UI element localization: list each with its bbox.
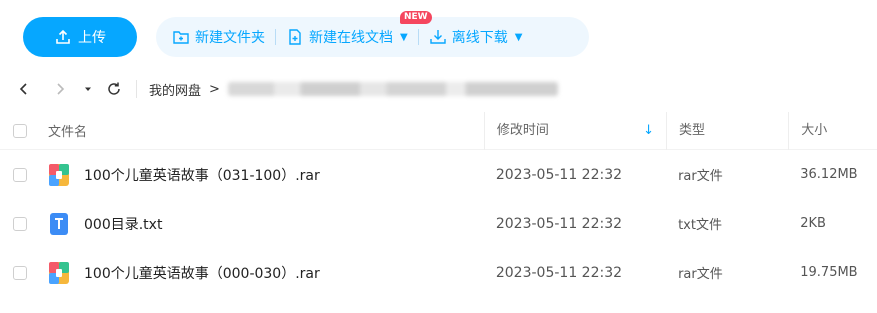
row-checkbox[interactable] xyxy=(13,167,27,182)
new-online-doc-label: 新建在线文档 xyxy=(309,30,393,46)
file-mtime: 2023-05-11 22:32 xyxy=(495,264,623,281)
file-name[interactable]: 000目录.txt xyxy=(84,214,162,234)
forward-button[interactable] xyxy=(50,79,70,99)
header-mtime-label: 修改时间 xyxy=(496,122,549,138)
header-type-label: 类型 xyxy=(679,122,706,138)
file-table: 文件名 修改时间 ↓ 类型 大小 100个儿童英语故事（031-100）.rar… xyxy=(0,111,877,297)
upload-button[interactable]: 上传 xyxy=(23,17,137,57)
toolbar-divider xyxy=(417,29,419,45)
refresh-icon xyxy=(108,82,120,95)
file-size: 36.12MB xyxy=(800,167,858,182)
header-name[interactable]: 文件名 xyxy=(48,121,484,140)
toolbar: 上传 新建文件夹 新建在线文档 ▼ 离线下载 ▼ NEW xyxy=(0,0,877,68)
file-name[interactable]: 100个儿童英语故事（000-030）.rar xyxy=(84,263,320,283)
file-size: 2KB xyxy=(800,216,826,231)
tool-group: 新建文件夹 新建在线文档 ▼ 离线下载 ▼ NEW xyxy=(156,11,589,57)
sort-down-icon: ↓ xyxy=(643,122,655,138)
offline-download-button[interactable]: 离线下载 ▼ xyxy=(429,17,523,57)
file-type: txt文件 xyxy=(678,218,722,233)
breadcrumb-root[interactable]: 我的网盘 xyxy=(149,80,201,99)
toolbar-divider xyxy=(275,29,276,45)
file-type: rar文件 xyxy=(678,169,723,184)
table-row[interactable]: 000目录.txt 2023-05-11 22:32 txt文件 2KB xyxy=(0,199,877,248)
file-mtime: 2023-05-11 22:32 xyxy=(495,166,623,183)
table-row[interactable]: 100个儿童英语故事（031-100）.rar 2023-05-11 22:32… xyxy=(0,150,877,199)
caret-down-icon xyxy=(85,87,91,91)
upload-icon xyxy=(56,29,70,44)
select-all-checkbox[interactable] xyxy=(13,123,27,138)
archive-icon xyxy=(49,261,69,284)
archive-icon xyxy=(49,163,69,186)
breadcrumb-separator: > xyxy=(209,81,220,97)
file-mtime: 2023-05-11 22:32 xyxy=(495,215,623,232)
new-folder-label: 新建文件夹 xyxy=(195,30,265,46)
chevron-left-icon xyxy=(19,83,27,95)
chevron-down-icon: ▼ xyxy=(514,31,523,43)
new-folder-icon xyxy=(173,31,189,44)
row-checkbox[interactable] xyxy=(13,216,27,231)
breadcrumb-redacted-path xyxy=(227,82,558,96)
file-type: rar文件 xyxy=(678,267,723,282)
navigation-bar: 我的网盘 > xyxy=(0,68,877,110)
file-size: 19.75MB xyxy=(800,265,858,280)
file-name[interactable]: 100个儿童英语故事（031-100）.rar xyxy=(84,165,320,185)
offline-download-label: 离线下载 xyxy=(451,30,508,46)
new-folder-button[interactable]: 新建文件夹 xyxy=(172,17,265,57)
new-online-doc-button[interactable]: 新建在线文档 ▼ xyxy=(286,17,408,57)
new-badge: NEW xyxy=(400,11,432,24)
table-row[interactable]: 100个儿童英语故事（000-030）.rar 2023-05-11 22:32… xyxy=(0,248,877,297)
header-size[interactable]: 大小 xyxy=(788,111,877,150)
row-checkbox[interactable] xyxy=(13,265,27,280)
back-button[interactable] xyxy=(14,79,34,99)
chevron-right-icon xyxy=(57,83,65,95)
table-header: 文件名 修改时间 ↓ 类型 大小 xyxy=(0,111,877,150)
header-name-label: 文件名 xyxy=(48,125,88,140)
nav-divider xyxy=(136,80,137,98)
new-doc-icon xyxy=(289,29,301,45)
text-file-icon xyxy=(50,212,68,235)
upload-label: 上传 xyxy=(78,30,106,46)
header-size-label: 大小 xyxy=(801,122,828,138)
download-icon xyxy=(430,30,446,44)
header-mtime[interactable]: 修改时间 ↓ xyxy=(483,111,666,150)
header-type[interactable]: 类型 xyxy=(666,111,788,150)
chevron-down-icon: ▼ xyxy=(400,31,408,43)
history-dropdown[interactable] xyxy=(78,79,98,99)
refresh-button[interactable] xyxy=(104,79,124,99)
